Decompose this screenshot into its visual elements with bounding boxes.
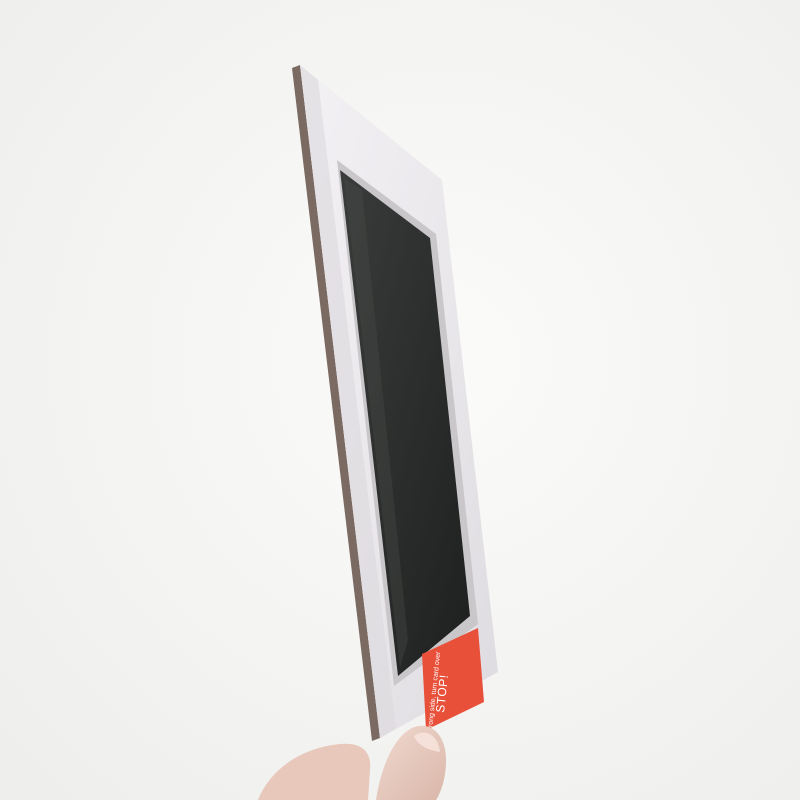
photo-scene: STOP! wrong side, turn card over bbox=[0, 0, 800, 800]
